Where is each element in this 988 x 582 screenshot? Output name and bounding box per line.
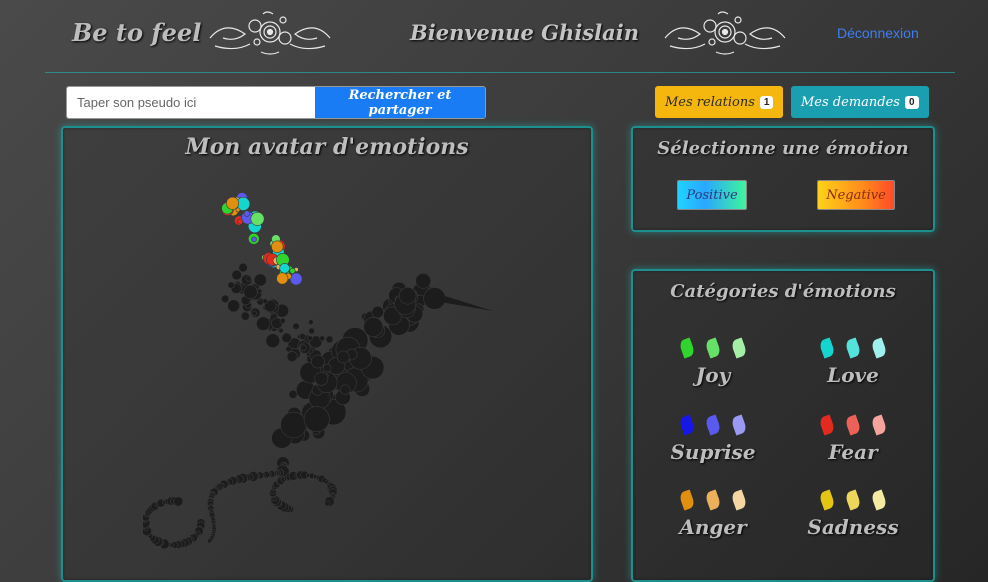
emotion-category-fear: Fear: [793, 414, 913, 476]
search-bar: Rechercher et partager: [66, 86, 486, 119]
leaf-icon: [730, 414, 748, 436]
category-label: Joy: [695, 363, 731, 387]
requests-count-badge: 0: [904, 95, 919, 109]
header-divider: [45, 72, 955, 73]
welcome-message: Bienvenue Ghislain: [410, 20, 639, 45]
leaf-icon: [870, 414, 888, 436]
leaf-icon: [870, 337, 888, 359]
flourish-ornament-left-icon: [209, 11, 331, 55]
leaf-icon: [704, 414, 722, 436]
leaf-icon: [844, 489, 862, 511]
my-requests-button[interactable]: Mes demandes 0: [791, 86, 929, 118]
category-label: Fear: [828, 440, 878, 464]
category-label: Sadness: [807, 515, 899, 539]
category-label: Anger: [679, 515, 747, 539]
my-relations-button[interactable]: Mes relations 1: [655, 86, 784, 118]
pseudo-search-input[interactable]: [67, 87, 315, 118]
emotion-avatar-panel: Mon avatar d'emotions: [61, 126, 593, 582]
emotion-category-sadness: Sadness: [793, 489, 913, 551]
search-share-button[interactable]: Rechercher et partager: [315, 87, 485, 118]
my-relations-label: Mes relations: [665, 94, 755, 110]
relations-count-badge: 1: [759, 95, 774, 109]
leaf-swatches: [793, 414, 913, 438]
leaf-icon: [818, 489, 836, 511]
emotion-category-joy: Joy: [653, 337, 773, 399]
leaf-icon: [678, 414, 696, 436]
leaf-icon: [704, 489, 722, 511]
leaf-swatches: [653, 337, 773, 361]
select-emotion-panel: Sélectionne une émotion Positive Negativ…: [631, 126, 935, 232]
leaf-icon: [818, 414, 836, 436]
category-label: Love: [827, 363, 879, 387]
leaf-icon: [730, 489, 748, 511]
leaf-swatches: [653, 414, 773, 438]
leaf-icon: [844, 414, 862, 436]
emotion-category-anger: Anger: [653, 489, 773, 551]
hummingbird-avatar-icon: [143, 192, 493, 550]
leaf-swatches: [653, 489, 773, 513]
emotion-category-suprise: Suprise: [653, 414, 773, 476]
emotion-categories-panel: Catégories d'émotions Joy Love Suprise Fear…: [631, 269, 935, 582]
leaf-icon: [844, 337, 862, 359]
leaf-icon: [678, 489, 696, 511]
negative-emotion-button[interactable]: Negative: [817, 180, 895, 210]
leaf-swatches: [793, 489, 913, 513]
leaf-icon: [870, 489, 888, 511]
leaf-icon: [730, 337, 748, 359]
logout-link[interactable]: Déconnexion: [837, 25, 919, 41]
brand-logo: Be to feel: [72, 18, 202, 47]
flourish-ornament-right-icon: [664, 11, 786, 55]
leaf-icon: [818, 337, 836, 359]
select-panel-title: Sélectionne une émotion: [657, 138, 909, 159]
avatar-panel-title: Mon avatar d'emotions: [185, 134, 469, 160]
leaf-swatches: [793, 337, 913, 361]
leaf-icon: [704, 337, 722, 359]
category-label: Suprise: [670, 440, 756, 464]
positive-emotion-button[interactable]: Positive: [677, 180, 747, 210]
emotion-category-love: Love: [793, 337, 913, 399]
categories-panel-title: Catégories d'émotions: [670, 281, 896, 302]
my-requests-label: Mes demandes: [801, 94, 900, 110]
leaf-icon: [678, 337, 696, 359]
